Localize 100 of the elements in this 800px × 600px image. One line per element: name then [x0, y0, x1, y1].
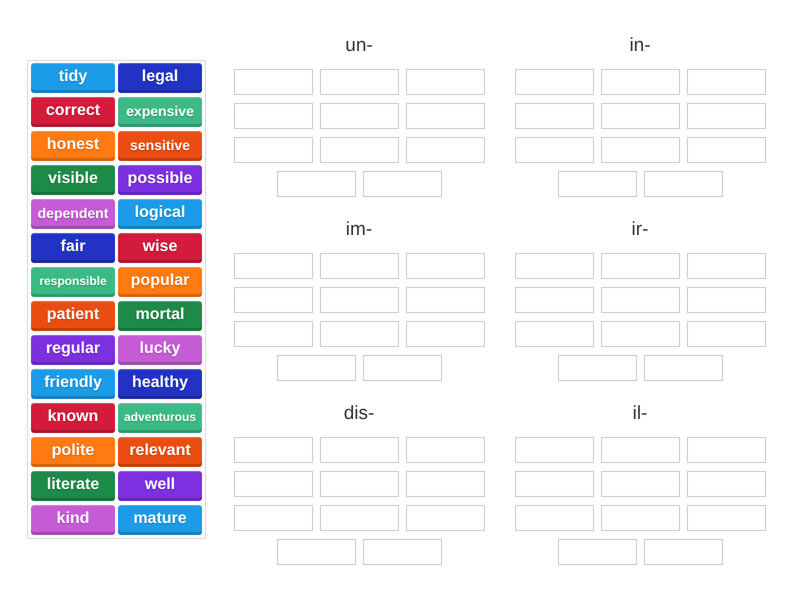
word-tile[interactable]: fair [31, 233, 115, 263]
answer-slot[interactable] [406, 471, 484, 497]
answer-slot[interactable] [514, 253, 594, 279]
answer-slot[interactable] [362, 539, 442, 565]
answer-slot[interactable] [600, 505, 680, 531]
answer-slot[interactable] [514, 137, 594, 163]
answer-slot[interactable] [686, 103, 766, 129]
answer-slot[interactable] [320, 505, 398, 531]
category-heading: il- [632, 403, 648, 425]
answer-slot[interactable] [686, 253, 766, 279]
word-tile[interactable]: well [118, 471, 202, 501]
answer-slot[interactable] [234, 471, 312, 497]
answer-slot[interactable] [234, 437, 312, 463]
answer-slot[interactable] [514, 437, 594, 463]
word-tile[interactable]: friendly [31, 369, 115, 399]
answer-slot[interactable] [320, 437, 398, 463]
answer-slot[interactable] [600, 253, 680, 279]
answer-slot[interactable] [406, 103, 484, 129]
category-heading: in- [629, 35, 651, 57]
word-tile[interactable]: lucky [118, 335, 202, 365]
answer-slot[interactable] [600, 69, 680, 95]
word-tile[interactable]: possible [118, 165, 202, 195]
word-tile[interactable]: tidy [31, 63, 115, 93]
word-tile[interactable]: responsible [31, 267, 115, 297]
answer-slot[interactable] [600, 137, 680, 163]
answer-slot[interactable] [406, 253, 484, 279]
word-tile[interactable]: popular [118, 267, 202, 297]
answer-slot[interactable] [406, 437, 484, 463]
word-tile[interactable]: literate [31, 471, 115, 501]
answer-slot[interactable] [644, 355, 722, 381]
word-tile[interactable]: honest [31, 131, 115, 161]
answer-slot[interactable] [406, 505, 484, 531]
word-tile[interactable]: regular [31, 335, 115, 365]
answer-slot[interactable] [686, 69, 766, 95]
word-tile[interactable]: correct [31, 97, 115, 127]
word-tile[interactable]: mature [118, 505, 202, 535]
word-tile[interactable]: wise [118, 233, 202, 263]
word-tile[interactable]: legal [118, 63, 202, 93]
answer-slot[interactable] [514, 471, 594, 497]
answer-slot[interactable] [320, 69, 398, 95]
answer-slot[interactable] [514, 103, 594, 129]
answer-slot[interactable] [276, 171, 356, 197]
category-heading: un- [345, 35, 373, 57]
answer-slot[interactable] [558, 171, 636, 197]
word-tile[interactable]: expensive [118, 97, 202, 127]
word-tile[interactable]: logical [118, 199, 202, 229]
word-tile[interactable]: healthy [118, 369, 202, 399]
answer-slot[interactable] [600, 287, 680, 313]
word-tile[interactable]: patient [31, 301, 115, 331]
answer-slot[interactable] [320, 287, 398, 313]
answer-slot[interactable] [558, 539, 636, 565]
answer-slot[interactable] [320, 137, 398, 163]
answer-slot[interactable] [686, 321, 766, 347]
answer-slot[interactable] [234, 69, 312, 95]
answer-slot[interactable] [686, 471, 766, 497]
answer-slot[interactable] [644, 539, 722, 565]
answer-slot[interactable] [362, 355, 442, 381]
word-tile[interactable]: adventurous [118, 403, 202, 433]
answer-slot[interactable] [276, 539, 356, 565]
answer-slot[interactable] [234, 253, 312, 279]
answer-slot[interactable] [234, 137, 312, 163]
answer-slot[interactable] [686, 287, 766, 313]
word-tile[interactable]: sensitive [118, 131, 202, 161]
word-tile[interactable]: relevant [118, 437, 202, 467]
answer-slot[interactable] [686, 437, 766, 463]
word-tile[interactable]: polite [31, 437, 115, 467]
answer-slot[interactable] [320, 471, 398, 497]
answer-slot[interactable] [644, 171, 722, 197]
answer-slot[interactable] [514, 69, 594, 95]
answer-slot[interactable] [320, 321, 398, 347]
answer-slot[interactable] [234, 505, 312, 531]
answer-slot[interactable] [362, 171, 442, 197]
answer-slot[interactable] [686, 505, 766, 531]
answer-slot[interactable] [234, 103, 312, 129]
answer-slot[interactable] [600, 321, 680, 347]
answer-slot[interactable] [600, 103, 680, 129]
word-tile[interactable]: visible [31, 165, 115, 195]
answer-slot[interactable] [558, 355, 636, 381]
answer-slot[interactable] [406, 137, 484, 163]
answer-slot[interactable] [600, 437, 680, 463]
answer-slot[interactable] [686, 137, 766, 163]
word-tile[interactable]: mortal [118, 301, 202, 331]
word-tile[interactable]: known [31, 403, 115, 433]
answer-slot[interactable] [234, 321, 312, 347]
answer-slot[interactable] [276, 355, 356, 381]
answer-slot[interactable] [514, 321, 594, 347]
answer-slot[interactable] [600, 471, 680, 497]
word-tile[interactable]: dependent [31, 199, 115, 229]
answer-slot[interactable] [406, 69, 484, 95]
category-heading: ir- [632, 219, 648, 241]
answer-slot[interactable] [514, 505, 594, 531]
category-heading: dis- [344, 403, 374, 425]
answer-slot[interactable] [320, 103, 398, 129]
answer-slot[interactable] [406, 287, 484, 313]
answer-slot[interactable] [320, 253, 398, 279]
answer-slot[interactable] [514, 287, 594, 313]
answer-slot[interactable] [406, 321, 484, 347]
word-tile[interactable]: kind [31, 505, 115, 535]
answer-slot[interactable] [234, 287, 312, 313]
category-heading: im- [346, 219, 372, 241]
